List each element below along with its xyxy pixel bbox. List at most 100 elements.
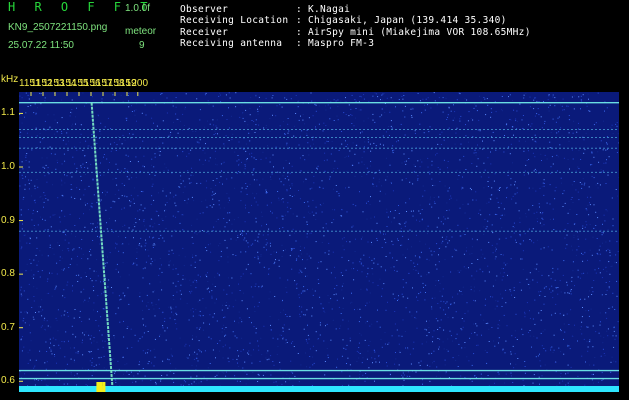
noise-dot: [586, 209, 588, 211]
noise-dot: [306, 233, 308, 235]
noise-dot: [70, 372, 72, 374]
noise-dot: [297, 353, 299, 354]
noise-dot: [211, 290, 213, 292]
noise-dot: [342, 339, 344, 341]
noise-dot: [76, 107, 77, 109]
noise-dot: [250, 354, 252, 356]
noise-dot: [458, 271, 460, 273]
noise-dot: [359, 191, 360, 193]
noise-dot: [39, 141, 41, 143]
noise-dot: [285, 339, 287, 341]
noise-dot: [567, 223, 569, 224]
noise-dot: [233, 129, 235, 131]
noise-dot: [515, 202, 517, 204]
noise-dot: [444, 218, 446, 220]
noise-dot: [292, 228, 294, 230]
noise-dot: [559, 376, 561, 378]
noise-dot: [521, 119, 523, 121]
noise-dot: [578, 96, 580, 98]
noise-dot: [412, 287, 413, 289]
noise-dot: [248, 246, 250, 248]
noise-dot: [130, 328, 132, 330]
noise-dot: [608, 287, 610, 289]
noise-dot: [348, 186, 350, 188]
noise-dot: [541, 160, 542, 161]
noise-dot: [83, 288, 85, 290]
noise-dot: [571, 184, 573, 186]
noise-dot: [257, 256, 259, 258]
noise-dot: [305, 178, 307, 180]
noise-dot: [35, 112, 37, 114]
noise-dot: [309, 356, 311, 357]
noise-dot: [172, 282, 174, 284]
noise-dot: [577, 269, 579, 271]
noise-dot: [315, 104, 317, 106]
noise-dot: [471, 189, 472, 191]
noise-dot: [48, 173, 50, 175]
noise-dot: [447, 161, 449, 162]
noise-dot: [618, 177, 619, 178]
noise-dot: [41, 380, 43, 381]
noise-dot: [194, 232, 196, 234]
noise-dot: [456, 99, 458, 101]
noise-dot: [244, 237, 246, 239]
noise-dot: [203, 329, 204, 331]
noise-dot: [322, 130, 324, 132]
noise-dot: [566, 281, 568, 283]
noise-dot: [395, 358, 397, 360]
noise-dot: [29, 324, 30, 326]
noise-dot: [409, 353, 411, 355]
noise-dot: [245, 240, 247, 242]
noise-dot: [458, 160, 460, 162]
noise-dot: [513, 287, 515, 289]
noise-dot: [431, 206, 433, 208]
noise-dot: [224, 344, 226, 346]
noise-dot: [348, 260, 350, 262]
noise-dot: [137, 195, 139, 197]
noise-dot: [193, 311, 194, 313]
noise-dot: [142, 210, 144, 212]
noise-dot: [354, 251, 356, 252]
noise-dot: [407, 297, 409, 299]
noise-dot: [367, 141, 369, 143]
noise-dot: [618, 321, 619, 323]
noise-dot: [137, 210, 139, 212]
noise-dot: [227, 277, 229, 279]
noise-dot: [175, 285, 177, 287]
noise-dot: [570, 277, 572, 279]
noise-dot: [218, 245, 219, 247]
noise-dot: [587, 204, 589, 206]
noise-dot: [104, 277, 106, 279]
noise-dot: [447, 188, 449, 189]
noise-dot: [68, 250, 70, 252]
noise-dot: [616, 125, 618, 127]
noise-dot: [490, 116, 492, 118]
noise-dot: [159, 335, 160, 337]
noise-dot: [501, 96, 503, 97]
noise-dot: [551, 285, 553, 287]
noise-dot: [438, 348, 440, 350]
noise-dot: [21, 174, 23, 176]
noise-dot: [489, 214, 491, 216]
noise-dot: [510, 363, 511, 365]
noise-dot: [507, 274, 508, 276]
noise-dot: [260, 337, 262, 339]
noise-dot: [448, 106, 450, 108]
noise-dot: [70, 358, 72, 360]
noise-dot: [259, 262, 261, 264]
noise-dot: [34, 366, 35, 368]
noise-dot: [161, 271, 163, 273]
noise-dot: [389, 135, 390, 136]
noise-dot: [128, 92, 130, 94]
noise-dot: [205, 143, 206, 145]
noise-dot: [258, 349, 260, 351]
noise-dot: [372, 282, 374, 284]
noise-dot: [351, 94, 353, 96]
noise-dot: [42, 309, 44, 311]
noise-dot: [278, 259, 280, 261]
noise-dot: [324, 374, 326, 376]
noise-dot: [295, 113, 297, 114]
noise-dot: [415, 269, 417, 271]
noise-dot: [258, 96, 260, 98]
noise-dot: [525, 140, 526, 142]
